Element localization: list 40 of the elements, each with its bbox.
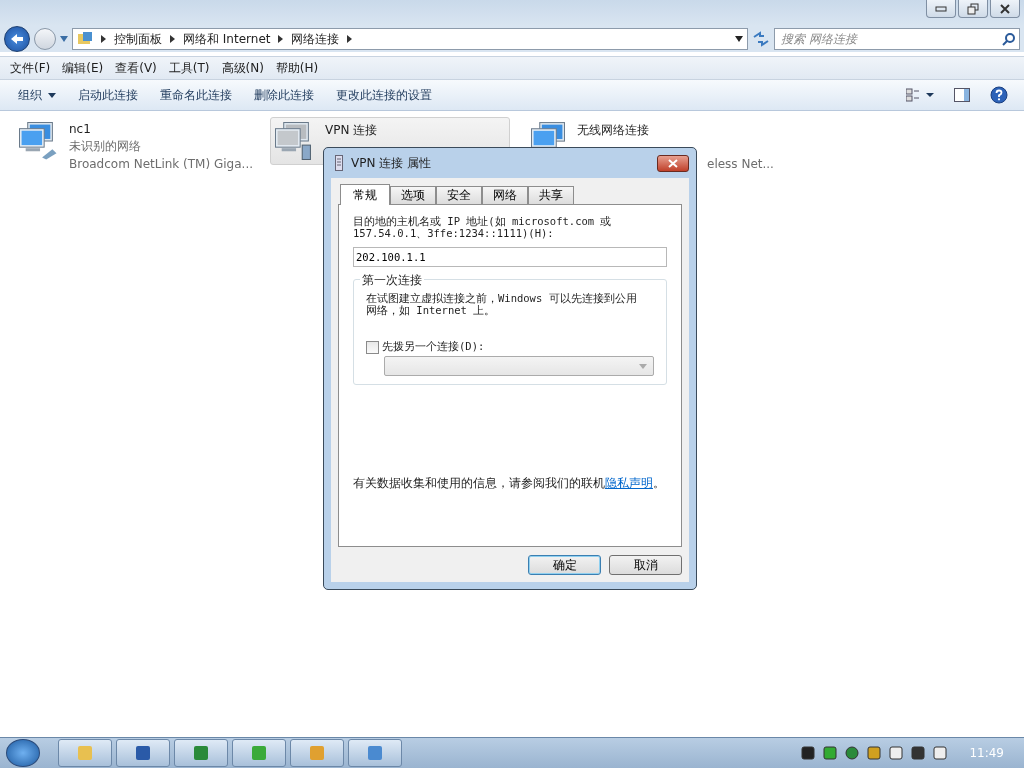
address-bar[interactable]: 控制面板 网络和 Internet 网络连接 [72,28,748,50]
description-line: 网络，如 Internet 上。 [366,304,496,316]
menu-item[interactable]: 查看(V) [109,57,163,79]
adapter-name: Broadcom NetLink (TM) Giga... [69,157,254,171]
connection-item[interactable]: nc1 未识别的网络 Broadcom NetLink (TM) Giga... [14,117,254,176]
cancel-button[interactable]: 取消 [609,555,682,575]
description-line: 在试图建立虚拟连接之前，Windows 可以先连接到公用 [366,292,637,304]
toolbar-button[interactable]: 组织 [10,83,70,107]
connection-name: VPN 连接 [325,122,378,139]
adapter-name: eless Net... [707,157,774,171]
breadcrumb-item[interactable]: 网络连接 [291,30,340,48]
group-title: 第一次连接 [360,272,424,289]
clock: 11:49 [969,746,1004,760]
breadcrumb-item[interactable]: 控制面板 [114,30,162,48]
tab[interactable]: 安全 [436,186,482,204]
menu-item[interactable]: 文件(F) [4,57,57,79]
search-field[interactable]: 搜索 网络连接 [779,31,1002,47]
menu-item[interactable]: 高级(N) [215,57,270,79]
privacy-link[interactable]: 隐私声明 [605,476,653,490]
tab[interactable]: 选项 [390,186,436,204]
privacy-text: 有关数据收集和使用的信息，请参阅我们的联机隐私声明。 [353,475,666,492]
menu-item[interactable]: 帮助(H) [269,57,325,79]
toolbar-button[interactable]: 启动此连接 [70,83,152,107]
toolbar-button[interactable]: 重命名此连接 [152,83,246,107]
tab[interactable]: 网络 [482,186,528,204]
menu-item[interactable]: 工具(T) [162,57,216,79]
host-input[interactable]: 202.100.1.1 [353,247,667,267]
connection-name: nc1 [69,122,92,136]
tab[interactable]: 常规 [340,184,390,205]
connection-status: 未识别的网络 [69,138,142,155]
ok-button[interactable]: 确定 [528,555,601,575]
host-label: 目的地的主机名或 IP 地址(如 microsoft.com 或 157.54.0.1、3ffe:1234::1111)(H): [353,215,613,239]
menu-item[interactable]: 编辑(E) [56,57,110,79]
search-box[interactable]: 搜索 网络连接 [774,28,1020,50]
toolbar-button[interactable]: 删除此连接 [246,83,328,107]
breadcrumb-item[interactable]: 网络和 Internet [183,30,271,48]
checkbox-label[interactable]: 先拨另一个连接(D): [382,340,485,354]
toolbar-button[interactable]: 更改此连接的设置 [328,83,446,107]
tab[interactable]: 共享 [528,186,574,204]
connection-name: 无线网络连接 [577,122,650,139]
